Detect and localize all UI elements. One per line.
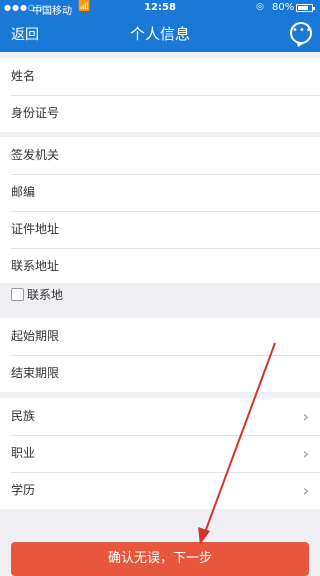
annotation-arrow-head bbox=[198, 527, 210, 545]
annotation-arrow-icon bbox=[198, 342, 276, 545]
annotation-arrow-line bbox=[203, 342, 276, 536]
